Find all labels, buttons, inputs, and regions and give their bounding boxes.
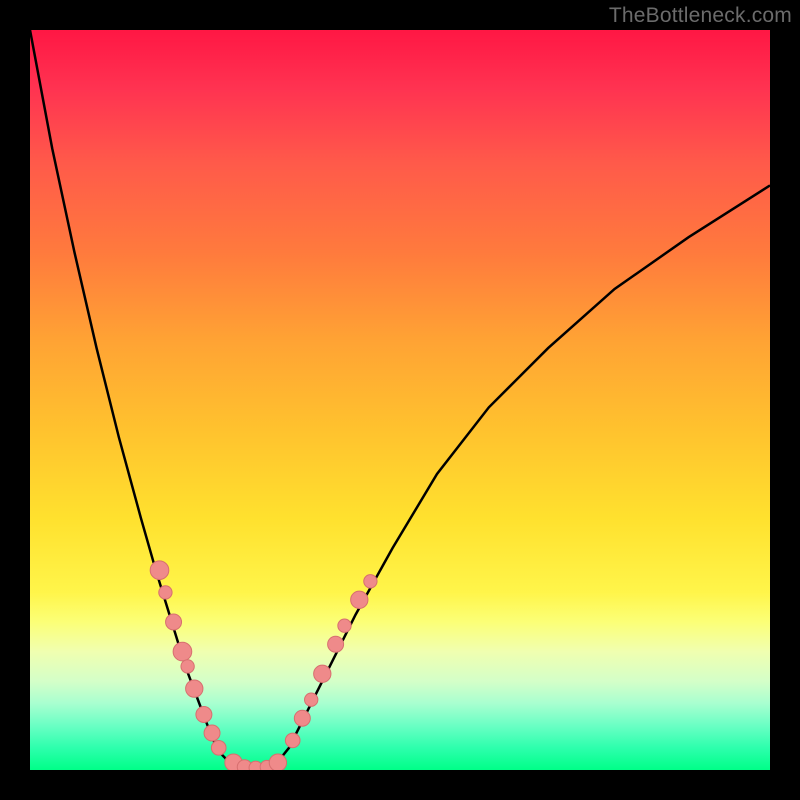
plot-background (30, 30, 770, 770)
watermark-text: TheBottleneck.com (609, 4, 792, 28)
chart-frame: TheBottleneck.com (0, 0, 800, 800)
